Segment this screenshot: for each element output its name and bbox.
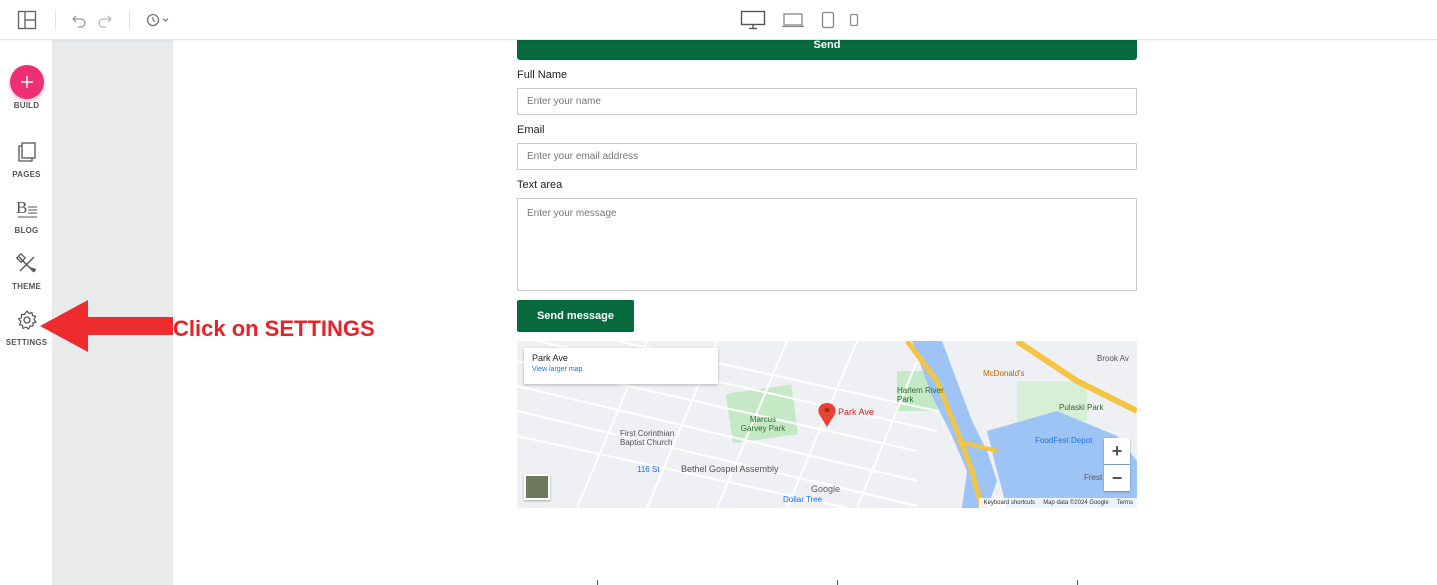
map-pin-label: Park Ave xyxy=(838,407,874,417)
desktop-icon[interactable] xyxy=(739,9,767,31)
sidebar-item-theme[interactable]: THEME xyxy=(0,252,53,291)
sidebar-item-label: BLOG xyxy=(14,226,39,235)
laptop-icon[interactable] xyxy=(780,9,806,31)
full-name-input[interactable]: Enter your name xyxy=(517,88,1137,115)
sidebar-item-label: PAGES xyxy=(12,170,41,179)
layout-icon[interactable] xyxy=(16,9,38,31)
sidebar-item-build[interactable]: BUILD xyxy=(0,65,53,110)
toolbar-divider xyxy=(55,10,56,30)
blog-icon: B xyxy=(15,197,39,224)
divider xyxy=(1077,580,1078,585)
mobile-icon[interactable] xyxy=(843,9,865,31)
full-name-label: Full Name xyxy=(517,69,568,81)
map-label: 116 St xyxy=(637,465,660,474)
annotation-text: Click on SETTINGS xyxy=(173,316,375,341)
google-logo: Google xyxy=(811,484,841,494)
map-label: Harlem River Park xyxy=(897,386,944,404)
theme-icon xyxy=(15,252,38,280)
map-footer: Keyboard shortcuts Map data ©2024 Google… xyxy=(979,498,1137,508)
email-label: Email xyxy=(517,124,545,136)
map-satellite-toggle[interactable] xyxy=(524,474,550,500)
map-label: Brook Av xyxy=(1097,354,1129,363)
undo-icon[interactable] xyxy=(68,9,90,31)
map-place-card: Park Ave View larger map xyxy=(524,348,718,384)
map-label: McDonald's xyxy=(983,369,1025,378)
plus-icon[interactable] xyxy=(9,65,44,99)
gear-icon xyxy=(16,309,38,336)
map-zoom-in-button[interactable]: + xyxy=(1104,438,1130,464)
map-embed[interactable]: Park Ave View larger map Park Ave Marcus… xyxy=(517,341,1137,508)
pages-icon xyxy=(16,141,38,168)
map-label: First Corinthian Baptist Church xyxy=(620,429,675,447)
toolbar-divider xyxy=(129,10,130,30)
divider xyxy=(597,580,598,585)
map-label: Bethel Gospel Assembly xyxy=(681,464,779,474)
top-toolbar xyxy=(0,0,1437,40)
red-arrow-annotation xyxy=(40,300,173,352)
textarea-label: Text area xyxy=(517,179,563,191)
svg-text:B: B xyxy=(16,198,27,217)
map-label: Frest xyxy=(1084,473,1103,482)
map-label: FoodFest Depot xyxy=(1035,436,1093,445)
map-place-title: Park Ave xyxy=(532,353,568,363)
sidebar-item-blog[interactable]: B BLOG xyxy=(0,197,53,235)
keyboard-shortcuts-link[interactable]: Keyboard shortcuts xyxy=(983,500,1035,506)
divider xyxy=(837,580,838,585)
sidebar-item-label: BUILD xyxy=(13,101,40,110)
terms-link[interactable]: Terms xyxy=(1117,500,1133,506)
redo-icon[interactable] xyxy=(94,9,116,31)
tablet-icon[interactable] xyxy=(817,9,839,31)
map-label: Dollar Tree xyxy=(783,495,823,504)
map-zoom-out-button[interactable]: − xyxy=(1104,465,1130,491)
sidebar-item-label: THEME xyxy=(12,282,41,291)
view-larger-map-link[interactable]: View larger map xyxy=(532,366,710,373)
map-label: Pulaski Park xyxy=(1059,403,1104,412)
sidebar-item-pages[interactable]: PAGES xyxy=(0,141,53,179)
send-message-button[interactable]: Send message xyxy=(517,300,634,332)
message-textarea[interactable]: Enter your message xyxy=(517,198,1137,291)
map-data-attribution: Map data ©2024 Google xyxy=(1043,500,1109,506)
history-icon[interactable] xyxy=(145,9,171,31)
map-label: Marcus Garvey Park xyxy=(740,415,786,433)
email-input[interactable]: Enter your email address xyxy=(517,143,1137,170)
